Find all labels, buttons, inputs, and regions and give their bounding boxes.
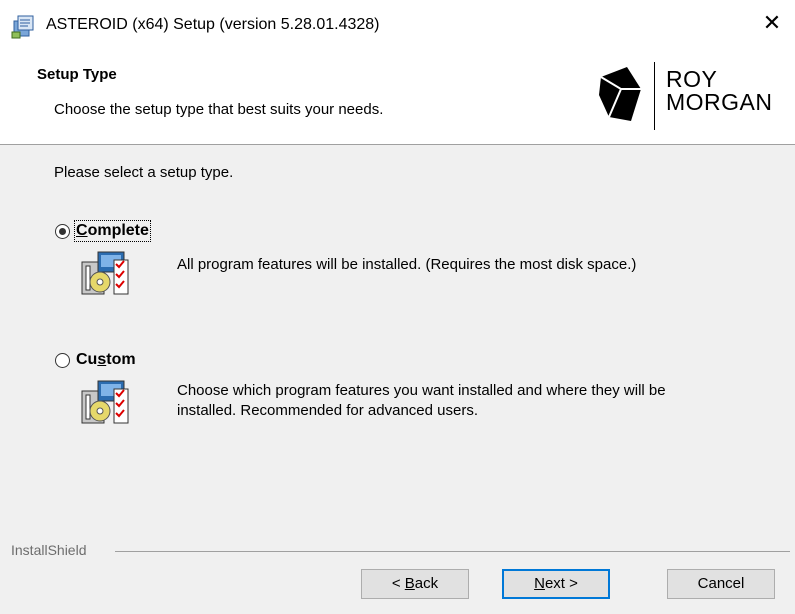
back-button[interactable]: < Back — [361, 569, 469, 599]
custom-radio[interactable] — [55, 353, 70, 368]
setup-package-icon — [11, 15, 34, 39]
page-subtitle: Choose the setup type that best suits yo… — [54, 101, 384, 118]
installer-feature-icon — [81, 380, 129, 424]
complete-description: All program features will be installed. … — [177, 256, 637, 273]
complete-option-label[interactable]: Complete — [74, 220, 151, 242]
close-icon[interactable]: ✕ — [749, 0, 795, 46]
radio-selected-dot — [59, 228, 66, 235]
setup-window: ASTEROID (x64) Setup (version 5.28.01.43… — [0, 0, 795, 614]
logo-line-2: MORGAN — [666, 89, 773, 115]
custom-option-label[interactable]: Custom — [76, 351, 136, 369]
cancel-button[interactable]: Cancel — [667, 569, 775, 599]
window-title: ASTEROID (x64) Setup (version 5.28.01.43… — [46, 16, 380, 33]
setup-prompt: Please select a setup type. — [54, 164, 234, 181]
complete-radio[interactable] — [55, 224, 70, 239]
roy-morgan-logo-text: ROY MORGAN — [666, 68, 773, 114]
page-title: Setup Type — [37, 66, 117, 83]
logo-divider — [654, 62, 655, 130]
roy-morgan-logo-mark — [599, 67, 641, 121]
title-bar[interactable]: ASTEROID (x64) Setup (version 5.28.01.43… — [0, 0, 795, 46]
custom-description: Choose which program features you want i… — [177, 382, 666, 419]
footer-divider — [115, 551, 790, 552]
logo-line-1: ROY — [666, 66, 718, 92]
next-button[interactable]: Next > — [502, 569, 610, 599]
header-banner: Setup Type Choose the setup type that be… — [0, 46, 795, 145]
installer-feature-icon — [81, 251, 129, 295]
installshield-brand: InstallShield — [11, 542, 87, 558]
